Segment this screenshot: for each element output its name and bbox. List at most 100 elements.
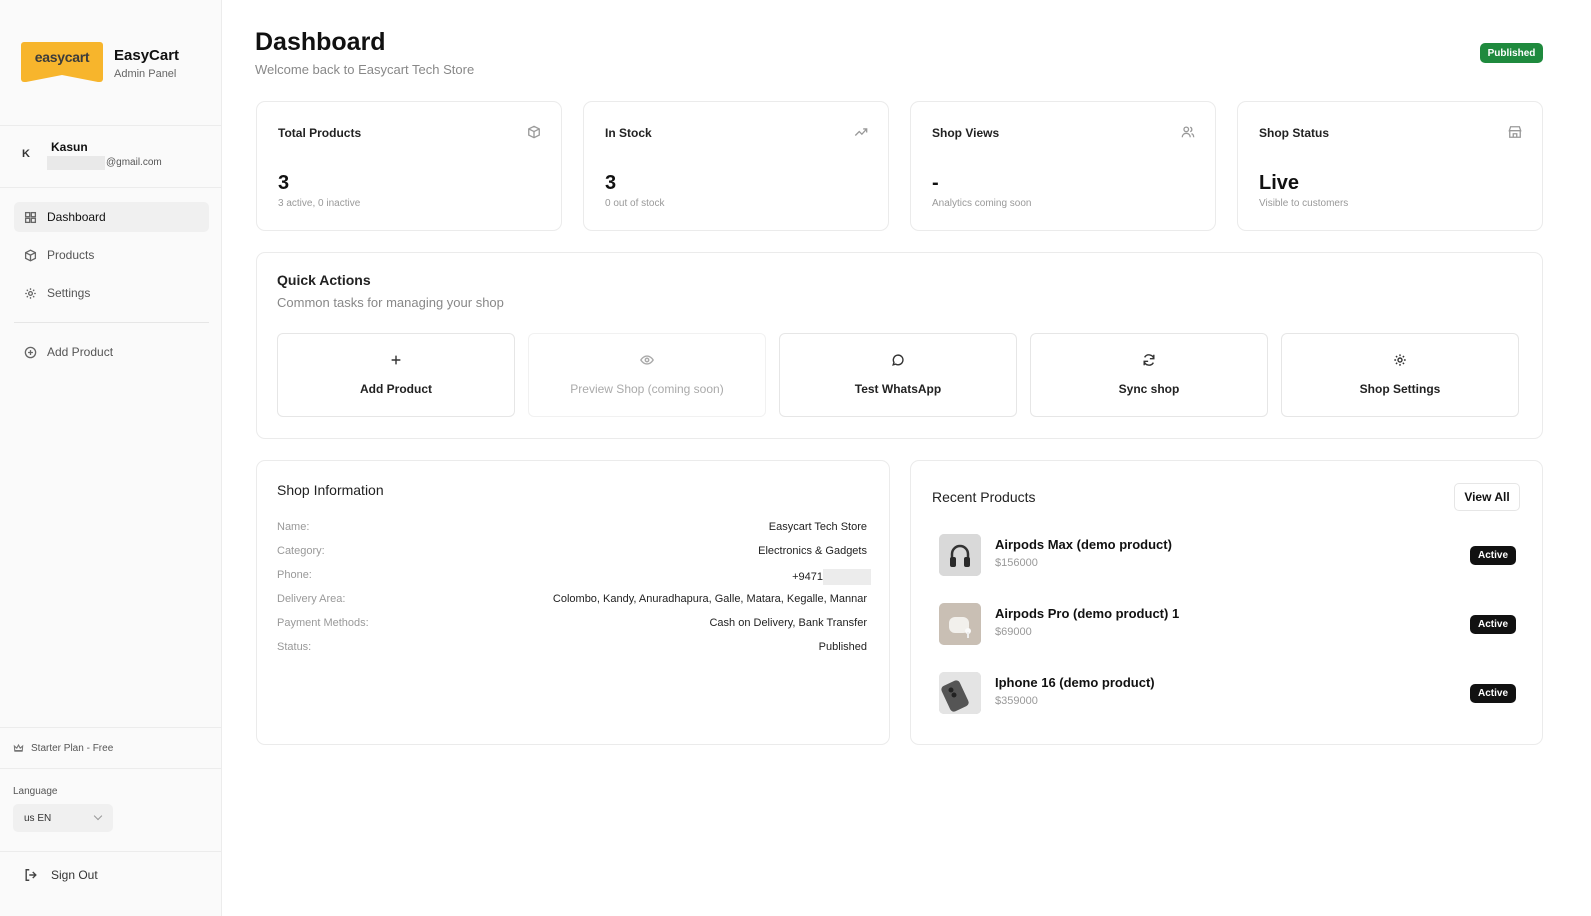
sign-out-label: Sign Out	[51, 868, 98, 882]
brand-header: easycart EasyCart Admin Panel	[0, 0, 222, 126]
sidebar-nav: Dashboard Products Settings Add Product	[14, 202, 209, 375]
quick-action-label: Preview Shop (coming soon)	[570, 382, 724, 396]
earbuds-icon	[939, 603, 981, 645]
signout-section: Sign Out	[0, 851, 222, 916]
stat-hint: 0 out of stock	[605, 198, 665, 209]
sidebar-item-label: Dashboard	[47, 210, 106, 224]
sidebar-item-dashboard[interactable]: Dashboard	[14, 202, 209, 232]
stat-hint: Visible to customers	[1259, 198, 1349, 209]
user-profile: K Kasun @gmail.com	[0, 126, 222, 188]
sidebar: easycart EasyCart Admin Panel K Kasun @g…	[0, 0, 222, 916]
stat-card-in-stock: In Stock 3 0 out of stock	[583, 101, 889, 231]
sidebar-item-products[interactable]: Products	[14, 240, 209, 270]
status-badge: Active	[1470, 684, 1516, 703]
crown-icon	[13, 743, 24, 752]
list-item[interactable]: Airpods Max (demo product) $156000 Activ…	[939, 534, 1516, 578]
info-key: Name:	[277, 521, 310, 533]
add-product-button[interactable]: Add Product	[277, 333, 515, 417]
gear-icon	[1394, 354, 1406, 366]
product-price: $156000	[995, 557, 1038, 569]
product-name: Iphone 16 (demo product)	[995, 675, 1155, 690]
info-row-category: Category: Electronics & Gadgets	[277, 545, 867, 563]
test-whatsapp-button[interactable]: Test WhatsApp	[779, 333, 1017, 417]
shop-settings-button[interactable]: Shop Settings	[1281, 333, 1519, 417]
sidebar-item-label: Settings	[47, 286, 91, 300]
sidebar-item-label: Add Product	[47, 345, 114, 359]
info-value: Cash on Delivery, Bank Transfer	[709, 617, 867, 629]
grid-icon	[24, 211, 37, 223]
redacted-email-block	[47, 156, 105, 170]
preview-shop-button[interactable]: Preview Shop (coming soon)	[528, 333, 766, 417]
stat-value: -	[932, 172, 939, 194]
language-select[interactable]: us EN	[13, 804, 113, 832]
shop-information-title: Shop Information	[277, 482, 384, 498]
stat-value: Live	[1259, 172, 1300, 194]
stat-value: 3	[605, 172, 617, 194]
info-key: Phone:	[277, 569, 312, 581]
sync-shop-button[interactable]: Sync shop	[1030, 333, 1268, 417]
info-value: Easycart Tech Store	[768, 521, 867, 533]
easycart-logo[interactable]: easycart	[21, 42, 103, 82]
recent-products-title: Recent Products	[932, 489, 1036, 505]
product-thumbnail	[939, 603, 981, 645]
status-badge: Active	[1470, 615, 1516, 634]
stat-card-shop-status: Shop Status Live Visible to customers	[1237, 101, 1543, 231]
quick-action-label: Add Product	[360, 382, 432, 396]
info-value: Published	[818, 641, 867, 653]
info-row-payment-methods: Payment Methods: Cash on Delivery, Bank …	[277, 617, 867, 635]
stat-label: Shop Status	[1259, 126, 1330, 140]
view-all-button[interactable]: View All	[1454, 483, 1520, 511]
language-label: Language	[13, 786, 58, 797]
page-subtitle: Welcome back to Easycart Tech Store	[255, 62, 475, 77]
plus-circle-icon	[24, 346, 37, 358]
brand-name: EasyCart	[114, 47, 180, 64]
info-key: Delivery Area:	[277, 593, 346, 605]
plus-icon	[391, 355, 401, 365]
phone-prefix: +9471	[792, 570, 823, 583]
users-icon	[1181, 126, 1195, 138]
quick-actions-title: Quick Actions	[277, 272, 371, 288]
quick-action-label: Sync shop	[1118, 382, 1180, 396]
info-row-name: Name: Easycart Tech Store	[277, 521, 867, 539]
info-value-phone: +9471	[792, 569, 871, 585]
status-badge: Published	[1480, 43, 1543, 63]
phone-icon	[939, 672, 981, 714]
plan-label: Starter Plan - Free	[31, 742, 114, 754]
quick-action-label: Shop Settings	[1359, 382, 1441, 396]
stat-card-total-products: Total Products 3 3 active, 0 inactive	[256, 101, 562, 231]
info-row-delivery-area: Delivery Area: Colombo, Kandy, Anuradhap…	[277, 593, 867, 611]
sidebar-item-add-product[interactable]: Add Product	[14, 337, 209, 367]
package-icon	[24, 248, 37, 262]
sign-out-button[interactable]: Sign Out	[24, 868, 98, 882]
quick-actions-panel: Quick Actions Common tasks for managing …	[256, 252, 1543, 439]
message-circle-icon	[892, 354, 904, 366]
info-row-phone: Phone: +9471	[277, 569, 871, 587]
list-item[interactable]: Iphone 16 (demo product) $359000 Active	[939, 672, 1516, 716]
quick-action-label: Test WhatsApp	[854, 382, 942, 396]
info-row-status: Status: Published	[277, 641, 867, 659]
stat-label: Total Products	[278, 126, 362, 140]
user-name: Kasun	[51, 140, 88, 154]
info-value: Colombo, Kandy, Anuradhapura, Galle, Mat…	[552, 593, 867, 605]
headphones-icon	[939, 534, 981, 576]
gear-icon	[25, 287, 36, 299]
info-key: Category:	[277, 545, 325, 557]
stat-label: Shop Views	[932, 126, 1000, 140]
product-price: $69000	[995, 626, 1032, 638]
product-price: $359000	[995, 695, 1038, 707]
user-email: @gmail.com	[106, 157, 162, 168]
avatar: K	[22, 148, 30, 160]
logo-text: easycart	[34, 49, 90, 65]
product-name: Airpods Max (demo product)	[995, 537, 1172, 552]
stat-hint: Analytics coming soon	[932, 198, 1032, 209]
product-name: Airpods Pro (demo product) 1	[995, 606, 1180, 621]
brand-subtitle: Admin Panel	[114, 68, 177, 80]
product-thumbnail	[939, 534, 981, 576]
sidebar-item-settings[interactable]: Settings	[14, 278, 209, 308]
plan-indicator: Starter Plan - Free	[0, 727, 222, 769]
list-item[interactable]: Airpods Pro (demo product) 1 $69000 Acti…	[939, 603, 1516, 647]
redacted-phone-block	[823, 569, 871, 585]
package-icon	[528, 125, 540, 139]
stat-label: In Stock	[605, 126, 652, 140]
status-badge: Active	[1470, 546, 1516, 565]
